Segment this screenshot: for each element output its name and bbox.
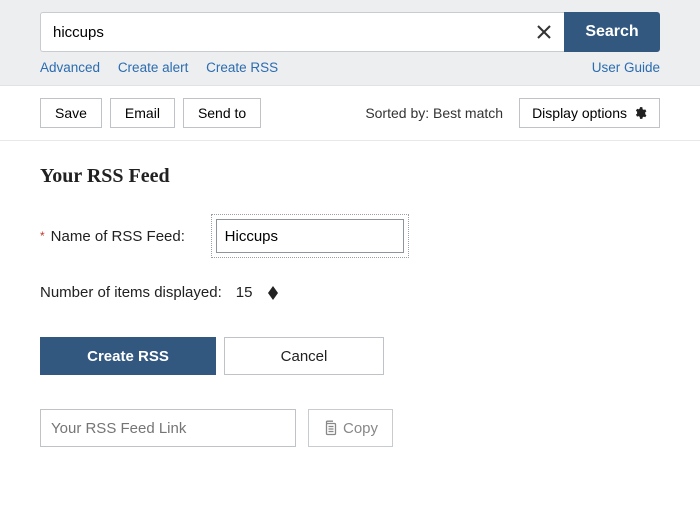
create-rss-button[interactable]: Create RSS	[40, 337, 216, 375]
rss-name-focus-ring	[211, 214, 409, 258]
copy-button-label: Copy	[343, 420, 378, 437]
search-row: Search	[40, 12, 660, 52]
sorted-by-label: Sorted by:	[365, 105, 429, 121]
rss-name-label: Name of RSS Feed:	[51, 228, 211, 245]
save-button[interactable]: Save	[40, 98, 102, 128]
gear-icon	[633, 106, 647, 120]
chevron-up-icon	[268, 286, 278, 293]
create-alert-link[interactable]: Create alert	[118, 60, 189, 75]
rss-heading: Your RSS Feed	[40, 165, 660, 188]
sorted-by-value: Best match	[433, 105, 503, 121]
search-bar-region: Search Advanced Create alert Create RSS …	[0, 0, 700, 86]
copy-icon	[323, 420, 337, 436]
rss-name-input[interactable]	[216, 219, 404, 253]
rss-button-row: Create RSS Cancel	[40, 337, 660, 375]
rss-link-output[interactable]	[40, 409, 296, 447]
search-sub-links: Advanced Create alert Create RSS User Gu…	[40, 52, 660, 75]
cancel-button[interactable]: Cancel	[224, 337, 384, 375]
rss-items-label: Number of items displayed:	[40, 284, 222, 301]
items-stepper[interactable]	[268, 286, 278, 300]
email-button[interactable]: Email	[110, 98, 175, 128]
required-asterisk: *	[40, 229, 45, 243]
display-options-button[interactable]: Display options	[519, 98, 660, 128]
rss-panel: Your RSS Feed * Name of RSS Feed: Number…	[0, 141, 700, 447]
create-rss-link[interactable]: Create RSS	[206, 60, 278, 75]
chevron-down-icon	[268, 293, 278, 300]
search-button[interactable]: Search	[564, 12, 660, 52]
advanced-link[interactable]: Advanced	[40, 60, 100, 75]
sorted-by: Sorted by: Best match	[365, 105, 503, 121]
send-to-button[interactable]: Send to	[183, 98, 261, 128]
copy-button[interactable]: Copy	[308, 409, 393, 447]
clear-search-button[interactable]	[524, 12, 564, 52]
search-input[interactable]	[40, 12, 524, 52]
toolbar: Save Email Send to Sorted by: Best match…	[0, 86, 700, 141]
rss-link-row: Copy	[40, 409, 660, 447]
rss-items-row: Number of items displayed: 15	[40, 284, 660, 301]
rss-name-row: * Name of RSS Feed:	[40, 214, 660, 258]
rss-items-value: 15	[236, 284, 253, 301]
display-options-label: Display options	[532, 105, 627, 121]
user-guide-link[interactable]: User Guide	[592, 60, 660, 75]
close-icon	[536, 24, 552, 40]
